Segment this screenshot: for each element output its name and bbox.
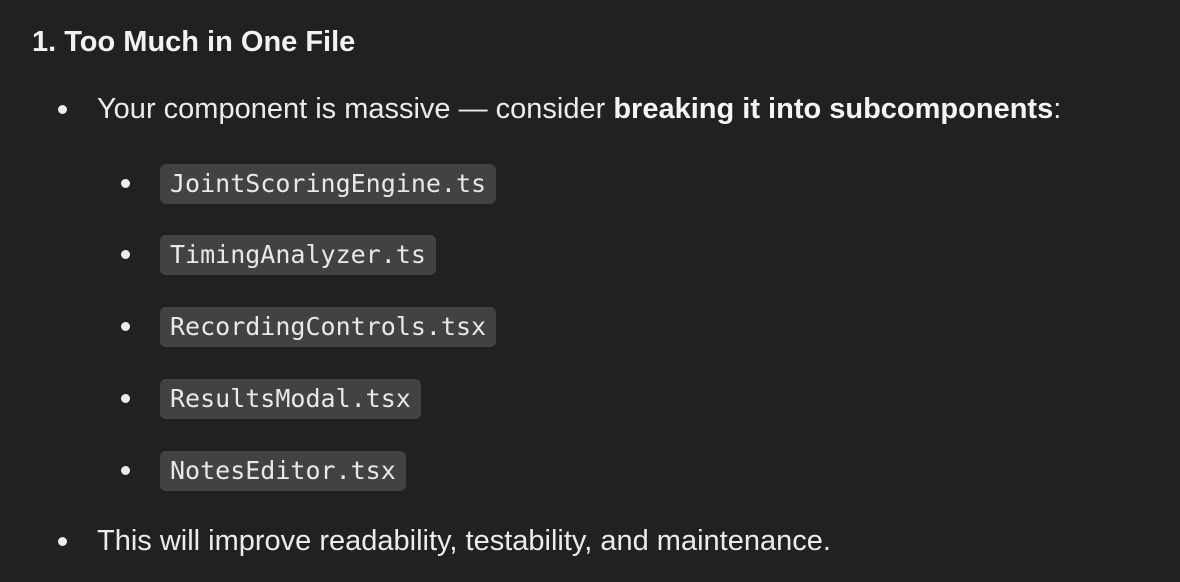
list-item-text: This will improve readability, testabili… <box>97 525 831 557</box>
bullet-dot-icon <box>121 466 130 475</box>
bullet-dot-icon <box>121 394 130 403</box>
inline-code: ResultsModal.tsx <box>160 379 421 419</box>
inline-code: NotesEditor.tsx <box>160 451 406 491</box>
inline-code: RecordingControls.tsx <box>160 307 497 347</box>
message-content: 1. Too Much in One File Your component i… <box>0 0 1180 582</box>
section-heading: 1. Too Much in One File <box>32 26 356 58</box>
bullet-dot-icon <box>121 322 130 331</box>
list-item-text-start: Your component is massive — consider <box>97 93 614 125</box>
bullet-dot-icon <box>121 250 130 259</box>
inline-code: JointScoringEngine.ts <box>160 164 497 204</box>
bullet-dot-icon <box>58 537 67 546</box>
list-item-text-bold: breaking it into subcomponents <box>613 93 1054 125</box>
list-item-text-end: : <box>1053 93 1062 125</box>
bullet-dot-icon <box>58 105 67 114</box>
bullet-dot-icon <box>121 179 130 188</box>
inline-code: TimingAnalyzer.ts <box>160 235 436 275</box>
list-item-text: Your component is massive — consider bre… <box>97 87 1061 131</box>
